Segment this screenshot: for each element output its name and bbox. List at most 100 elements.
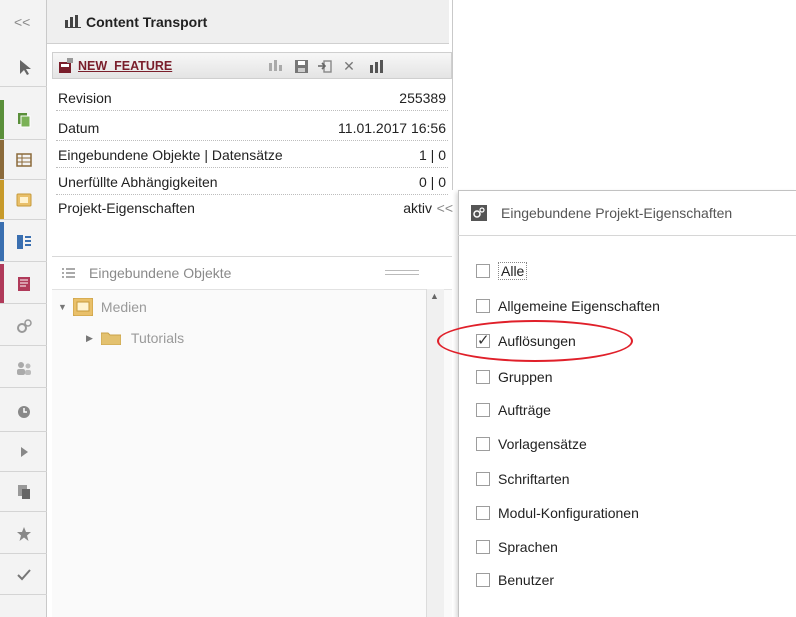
tree-item-medien[interactable]: ▼ Medien bbox=[58, 298, 147, 316]
transport-icon bbox=[65, 15, 81, 28]
play-icon bbox=[20, 446, 28, 457]
resize-handle[interactable] bbox=[385, 270, 419, 275]
collapse-arrow-icon[interactable]: ▼ bbox=[58, 302, 67, 312]
objects-panel-title: Eingebundene Objekte bbox=[89, 265, 232, 281]
checkbox[interactable] bbox=[476, 540, 490, 554]
sidebar-button-table[interactable] bbox=[0, 140, 47, 180]
media-icon bbox=[72, 298, 93, 316]
star-icon bbox=[16, 526, 31, 541]
copy-icon bbox=[17, 484, 30, 499]
import-icon[interactable] bbox=[317, 58, 333, 74]
option-vorlagensaetze[interactable]: Vorlagensätze bbox=[476, 433, 587, 455]
project-properties-label: Projekt-Eigenschaften bbox=[58, 200, 195, 216]
tree-label: Medien bbox=[100, 299, 147, 315]
accent-marker bbox=[0, 100, 4, 139]
folder-icon bbox=[100, 332, 121, 345]
option-label: Gruppen bbox=[498, 369, 553, 385]
transport-upload-icon[interactable] bbox=[370, 58, 386, 74]
panel-header: << Content Transport bbox=[14, 0, 449, 44]
pointer-icon bbox=[19, 59, 31, 75]
sidebar-button-star[interactable] bbox=[0, 514, 47, 554]
date-label: Datum bbox=[58, 120, 100, 136]
date-value: 11.01.2017 16:56 bbox=[338, 120, 446, 136]
tree-label: Tutorials bbox=[130, 330, 185, 346]
sidebar bbox=[0, 0, 47, 617]
sidebar-button-pointer[interactable] bbox=[0, 47, 47, 87]
option-alle[interactable]: Alle bbox=[476, 260, 528, 282]
dependencies-label: Unerfüllte Abhängigkeiten bbox=[58, 174, 218, 190]
option-label: Sprachen bbox=[498, 539, 558, 555]
option-sprachen[interactable]: Sprachen bbox=[476, 536, 558, 558]
clock-icon bbox=[17, 405, 30, 418]
sidebar-button-copy[interactable] bbox=[0, 472, 47, 512]
option-gruppen[interactable]: Gruppen bbox=[476, 366, 552, 388]
sidebar-button-templates[interactable] bbox=[0, 264, 47, 304]
checkbox[interactable] bbox=[476, 506, 490, 520]
revision-row: Revision 255389 bbox=[56, 86, 448, 111]
sidebar-button-settings[interactable] bbox=[0, 306, 47, 346]
option-auftraege[interactable]: Aufträge bbox=[476, 399, 551, 421]
feature-name-link[interactable]: NEW_FEATURE bbox=[78, 59, 172, 73]
project-properties-row[interactable]: Projekt-Eigenschaften aktiv << bbox=[56, 196, 462, 221]
sidebar-button-clock[interactable] bbox=[0, 392, 47, 432]
check-icon bbox=[16, 568, 31, 580]
accent-marker bbox=[0, 180, 4, 219]
panel-title: Content Transport bbox=[86, 13, 208, 30]
objects-row: Eingebundene Objekte | Datensätze 1 | 0 bbox=[56, 143, 448, 168]
scroll-up-icon[interactable]: ▲ bbox=[430, 291, 439, 301]
objects-label: Eingebundene Objekte | Datensätze bbox=[58, 147, 283, 163]
accent-marker bbox=[0, 222, 4, 261]
popup-header: Eingebundene Projekt-Eigenschaften bbox=[458, 190, 796, 236]
objects-tree: ▼ Medien ▶ Tutorials bbox=[52, 289, 452, 617]
checkbox[interactable] bbox=[476, 437, 490, 451]
objects-panel-header: Eingebundene Objekte bbox=[52, 256, 452, 289]
option-benutzer[interactable]: Benutzer bbox=[476, 569, 554, 591]
checkbox[interactable] bbox=[476, 370, 490, 384]
option-label: Schriftarten bbox=[498, 471, 570, 487]
table-icon bbox=[15, 152, 32, 167]
collapse-button[interactable]: << bbox=[14, 14, 30, 30]
sidebar-button-structure[interactable] bbox=[0, 222, 47, 262]
dependencies-row: Unerfüllte Abhängigkeiten 0 | 0 bbox=[56, 170, 448, 195]
feature-bar: NEW_FEATURE ✕ bbox=[52, 52, 452, 79]
structure-icon bbox=[16, 234, 31, 249]
close-icon[interactable]: ✕ bbox=[341, 58, 357, 74]
media-icon bbox=[16, 193, 31, 206]
feature-icon bbox=[59, 57, 73, 73]
save-icon[interactable] bbox=[293, 58, 309, 74]
workspace-area bbox=[452, 0, 796, 190]
option-modul-konfigurationen[interactable]: Modul-Konfigurationen bbox=[476, 502, 639, 524]
gears-icon bbox=[471, 204, 487, 221]
option-label: Allgemeine Eigenschaften bbox=[498, 298, 660, 314]
templates-icon bbox=[17, 276, 30, 291]
share-icon[interactable] bbox=[268, 58, 284, 74]
checkbox[interactable] bbox=[476, 299, 490, 313]
popup-title: Eingebundene Projekt-Eigenschaften bbox=[501, 204, 733, 221]
option-allgemeine-eigenschaften[interactable]: Allgemeine Eigenschaften bbox=[476, 295, 660, 317]
option-label: Aufträge bbox=[498, 402, 551, 418]
sidebar-button-media[interactable] bbox=[0, 180, 47, 220]
sidebar-button-check[interactable] bbox=[0, 555, 47, 595]
date-row: Datum 11.01.2017 16:56 bbox=[56, 116, 448, 141]
expand-arrow-icon[interactable]: ▶ bbox=[86, 333, 93, 344]
dependencies-value: 0 | 0 bbox=[419, 174, 446, 190]
option-label: Benutzer bbox=[498, 572, 555, 588]
objects-value: 1 | 0 bbox=[419, 147, 446, 163]
option-label: Alle bbox=[498, 262, 528, 280]
list-icon bbox=[62, 267, 75, 278]
tree-item-tutorials[interactable]: ▶ Tutorials bbox=[86, 330, 184, 346]
option-schriftarten[interactable]: Schriftarten bbox=[476, 468, 570, 490]
accent-marker bbox=[0, 140, 4, 179]
option-label: Vorlagensätze bbox=[498, 436, 587, 452]
expand-properties-button[interactable]: << bbox=[437, 196, 453, 221]
checkbox[interactable] bbox=[476, 264, 490, 278]
checkbox[interactable] bbox=[476, 573, 490, 587]
option-label: Modul-Konfigurationen bbox=[498, 505, 639, 521]
settings-icon bbox=[16, 318, 32, 333]
sidebar-button-users[interactable] bbox=[0, 348, 47, 388]
checkbox[interactable] bbox=[476, 403, 490, 417]
pages-icon bbox=[17, 112, 30, 127]
sidebar-button-play[interactable] bbox=[0, 432, 47, 472]
sidebar-button-pages[interactable] bbox=[0, 100, 47, 140]
checkbox[interactable] bbox=[476, 472, 490, 486]
